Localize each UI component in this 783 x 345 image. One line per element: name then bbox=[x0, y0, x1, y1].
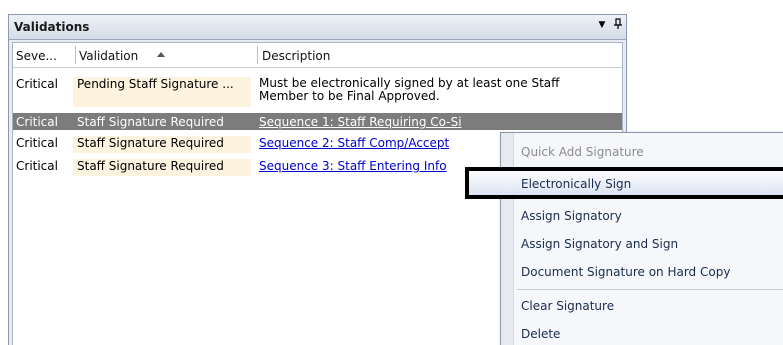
column-header-description[interactable]: Description bbox=[262, 49, 330, 63]
table-row-selected[interactable]: Critical Staff Signature Required Sequen… bbox=[13, 113, 622, 130]
menu-item-electronically-sign[interactable]: Electronically Sign bbox=[521, 177, 631, 191]
validation-cell: Pending Staff Signature ... bbox=[73, 77, 251, 107]
validation-cell: Staff Signature Required bbox=[77, 115, 224, 129]
column-header-severity[interactable]: Seve... bbox=[16, 49, 57, 63]
validation-cell: Staff Signature Required bbox=[73, 136, 251, 153]
stage: Validations ▼ Seve... Validation Descrip… bbox=[0, 0, 783, 345]
description-link[interactable]: Sequence 3: Staff Entering Info bbox=[259, 159, 447, 173]
description-cell: Must be electronically signed by at leas… bbox=[259, 76, 560, 103]
menu-item-assign-signatory[interactable]: Assign Signatory bbox=[521, 209, 622, 223]
column-separator[interactable] bbox=[75, 46, 76, 64]
pin-icon[interactable] bbox=[611, 18, 625, 32]
column-headers: Seve... Validation Description bbox=[13, 43, 622, 68]
severity-cell: Critical bbox=[16, 136, 58, 150]
menu-item-assign-signatory-and-sign[interactable]: Assign Signatory and Sign bbox=[521, 237, 678, 251]
menu-item-delete[interactable]: Delete bbox=[521, 327, 560, 341]
menu-item-clear-signature[interactable]: Clear Signature bbox=[521, 299, 614, 313]
menu-gutter bbox=[501, 133, 514, 345]
severity-cell: Critical bbox=[16, 115, 58, 129]
panel-title: Validations bbox=[14, 20, 90, 34]
description-link[interactable]: Sequence 2: Staff Comp/Accept bbox=[259, 136, 449, 150]
column-separator[interactable] bbox=[257, 46, 258, 64]
severity-cell: Critical bbox=[16, 77, 58, 91]
panel-dropdown-icon[interactable]: ▼ bbox=[595, 18, 609, 32]
context-menu: Quick Add Signature Electronically Sign … bbox=[465, 132, 783, 345]
severity-cell: Critical bbox=[16, 159, 58, 173]
menu-item-document-signature-hard-copy[interactable]: Document Signature on Hard Copy bbox=[521, 265, 730, 279]
validation-cell: Staff Signature Required bbox=[73, 159, 251, 176]
sort-ascending-icon bbox=[157, 52, 165, 57]
menu-separator bbox=[517, 289, 783, 290]
pin-glyph bbox=[614, 18, 622, 29]
table-row[interactable]: Critical Pending Staff Signature ... Mus… bbox=[13, 76, 622, 107]
column-header-validation[interactable]: Validation bbox=[79, 49, 138, 63]
panel-header: Validations ▼ bbox=[9, 15, 626, 40]
description-link[interactable]: Sequence 1: Staff Requiring Co-Si bbox=[259, 115, 462, 129]
menu-item-quick-add-signature[interactable]: Quick Add Signature bbox=[521, 145, 644, 159]
